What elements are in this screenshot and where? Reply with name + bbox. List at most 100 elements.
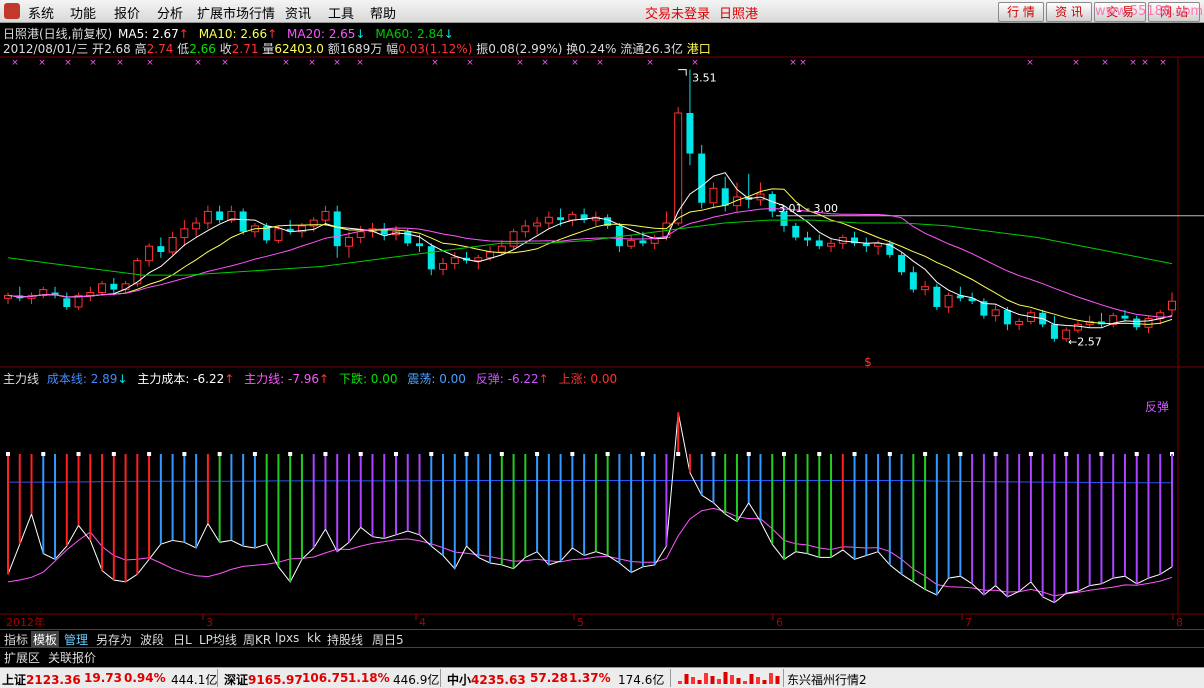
signal-marker: × (38, 58, 46, 68)
indicator-marker (288, 452, 293, 456)
indicator-marker (852, 452, 857, 456)
month-label: 7 (965, 616, 972, 628)
tab-template[interactable]: 模板 (31, 631, 60, 648)
tab-daily-l[interactable]: 日L (171, 631, 194, 648)
candle-up (356, 231, 365, 239)
signal-marker: × (596, 58, 604, 68)
indicator-marker (1064, 452, 1069, 456)
kline-chart[interactable]: × × × × × × × × × × × × × × × × × × × × × × × × × × × ×2012年 3 4 5 6 7 8 … (0, 0, 1204, 628)
sh-change: 19.73 (84, 671, 122, 685)
candle-up (674, 112, 683, 224)
signal-marker: × (541, 58, 549, 68)
candle-down (639, 240, 647, 244)
signal-bar (691, 677, 695, 684)
signal-bar (717, 679, 721, 684)
indicator-marker (887, 452, 892, 456)
tab-related-quotes[interactable]: 关联报价 (46, 649, 98, 666)
signal-marker: × (194, 58, 202, 68)
candle-down (157, 246, 165, 252)
candle-down (63, 298, 71, 307)
sh-amount: 444.1亿 (171, 673, 218, 687)
indicator-marker (147, 452, 152, 456)
high-pointer (678, 69, 687, 76)
tab-kk[interactable]: kk (305, 631, 323, 645)
zx-index[interactable]: 中小4235.63 (447, 671, 526, 688)
tab-lp-ma[interactable]: LP均线 (197, 631, 239, 648)
signal-marker: × (1101, 58, 1109, 68)
signal-bar (678, 681, 682, 684)
signal-marker: × (1141, 58, 1149, 68)
indicator-marker (76, 452, 81, 456)
tab-save-as[interactable]: 另存为 (94, 631, 134, 648)
indicator-marker (1028, 452, 1033, 456)
candle-down (1121, 315, 1129, 319)
tab-indicator[interactable]: 指标 (2, 631, 30, 648)
indicator-marker (252, 452, 257, 456)
candle-up (192, 222, 201, 230)
indicator-marker (41, 452, 46, 456)
market-signal-icon (678, 672, 780, 684)
signal-marker: × (571, 58, 579, 68)
x-axis-year: 2012年 (6, 615, 45, 628)
signal-bar (769, 673, 773, 684)
tab-manage[interactable]: 管理 (62, 631, 90, 648)
candle-up (274, 228, 283, 241)
candle-up (98, 283, 107, 294)
indicator-marker (746, 452, 751, 456)
signal-marker: × (799, 58, 807, 68)
candle-up (344, 237, 353, 247)
month-label: 4 (419, 616, 426, 628)
tab-wave[interactable]: 波段 (138, 631, 166, 648)
tab-extension-area[interactable]: 扩展区 (2, 649, 42, 666)
signal-marker: × (1072, 58, 1080, 68)
signal-marker: × (64, 58, 72, 68)
signal-bar (775, 676, 780, 684)
indicator-marker (711, 452, 716, 456)
candle-down (1050, 324, 1058, 339)
candle-up (991, 309, 1000, 317)
signal-marker: × (1159, 58, 1167, 68)
signal-bar (749, 674, 754, 684)
candle-down (815, 240, 823, 247)
tab-lpxs[interactable]: lpxs (273, 631, 301, 645)
ma5-line (7, 172, 1173, 329)
sh-index[interactable]: 上证2123.36 (2, 671, 81, 688)
signal-marker: × (308, 58, 316, 68)
candle-up (944, 294, 953, 308)
indicator-marker (394, 452, 398, 456)
zx-amount: 174.6亿 (618, 673, 665, 687)
candle-up (180, 228, 189, 239)
signal-marker: × (466, 58, 474, 68)
cost-line (8, 480, 1172, 484)
low-annotation: ←2.57 (1068, 336, 1102, 349)
candle-down (792, 225, 800, 238)
month-label: 5 (577, 616, 584, 628)
signal-bar (697, 680, 702, 684)
indicator-marker (676, 452, 681, 456)
signal-bar (743, 681, 747, 684)
candle-down (909, 272, 917, 290)
signal-bar (756, 677, 760, 684)
candle-down (898, 254, 906, 273)
tab-weekly-kr[interactable]: 周KR (241, 631, 273, 648)
tab-holding-line[interactable]: 持股线 (325, 631, 365, 648)
sz-percent: 1.18% (348, 671, 390, 685)
indicator-marker (429, 452, 434, 456)
indicator-marker (817, 452, 822, 456)
sz-index[interactable]: 深证9165.97 (224, 671, 303, 688)
candle-up (1015, 320, 1024, 325)
tab-weekday5[interactable]: 周日5 (370, 631, 406, 648)
high-annotation: 3.51 (692, 72, 717, 85)
signal-marker: × (116, 58, 124, 68)
signal-marker: × (11, 58, 19, 68)
signal-marker: × (789, 58, 797, 68)
candle-up (439, 263, 448, 270)
candle-up (497, 245, 506, 253)
candle-down (427, 246, 435, 270)
dollar-marker: $ (864, 355, 872, 369)
indicator-marker (217, 452, 222, 456)
data-feed-label: 东兴福州行情2 (787, 673, 867, 687)
candle-down (216, 211, 224, 221)
indicator-marker (640, 452, 645, 456)
signal-marker: × (146, 58, 154, 68)
